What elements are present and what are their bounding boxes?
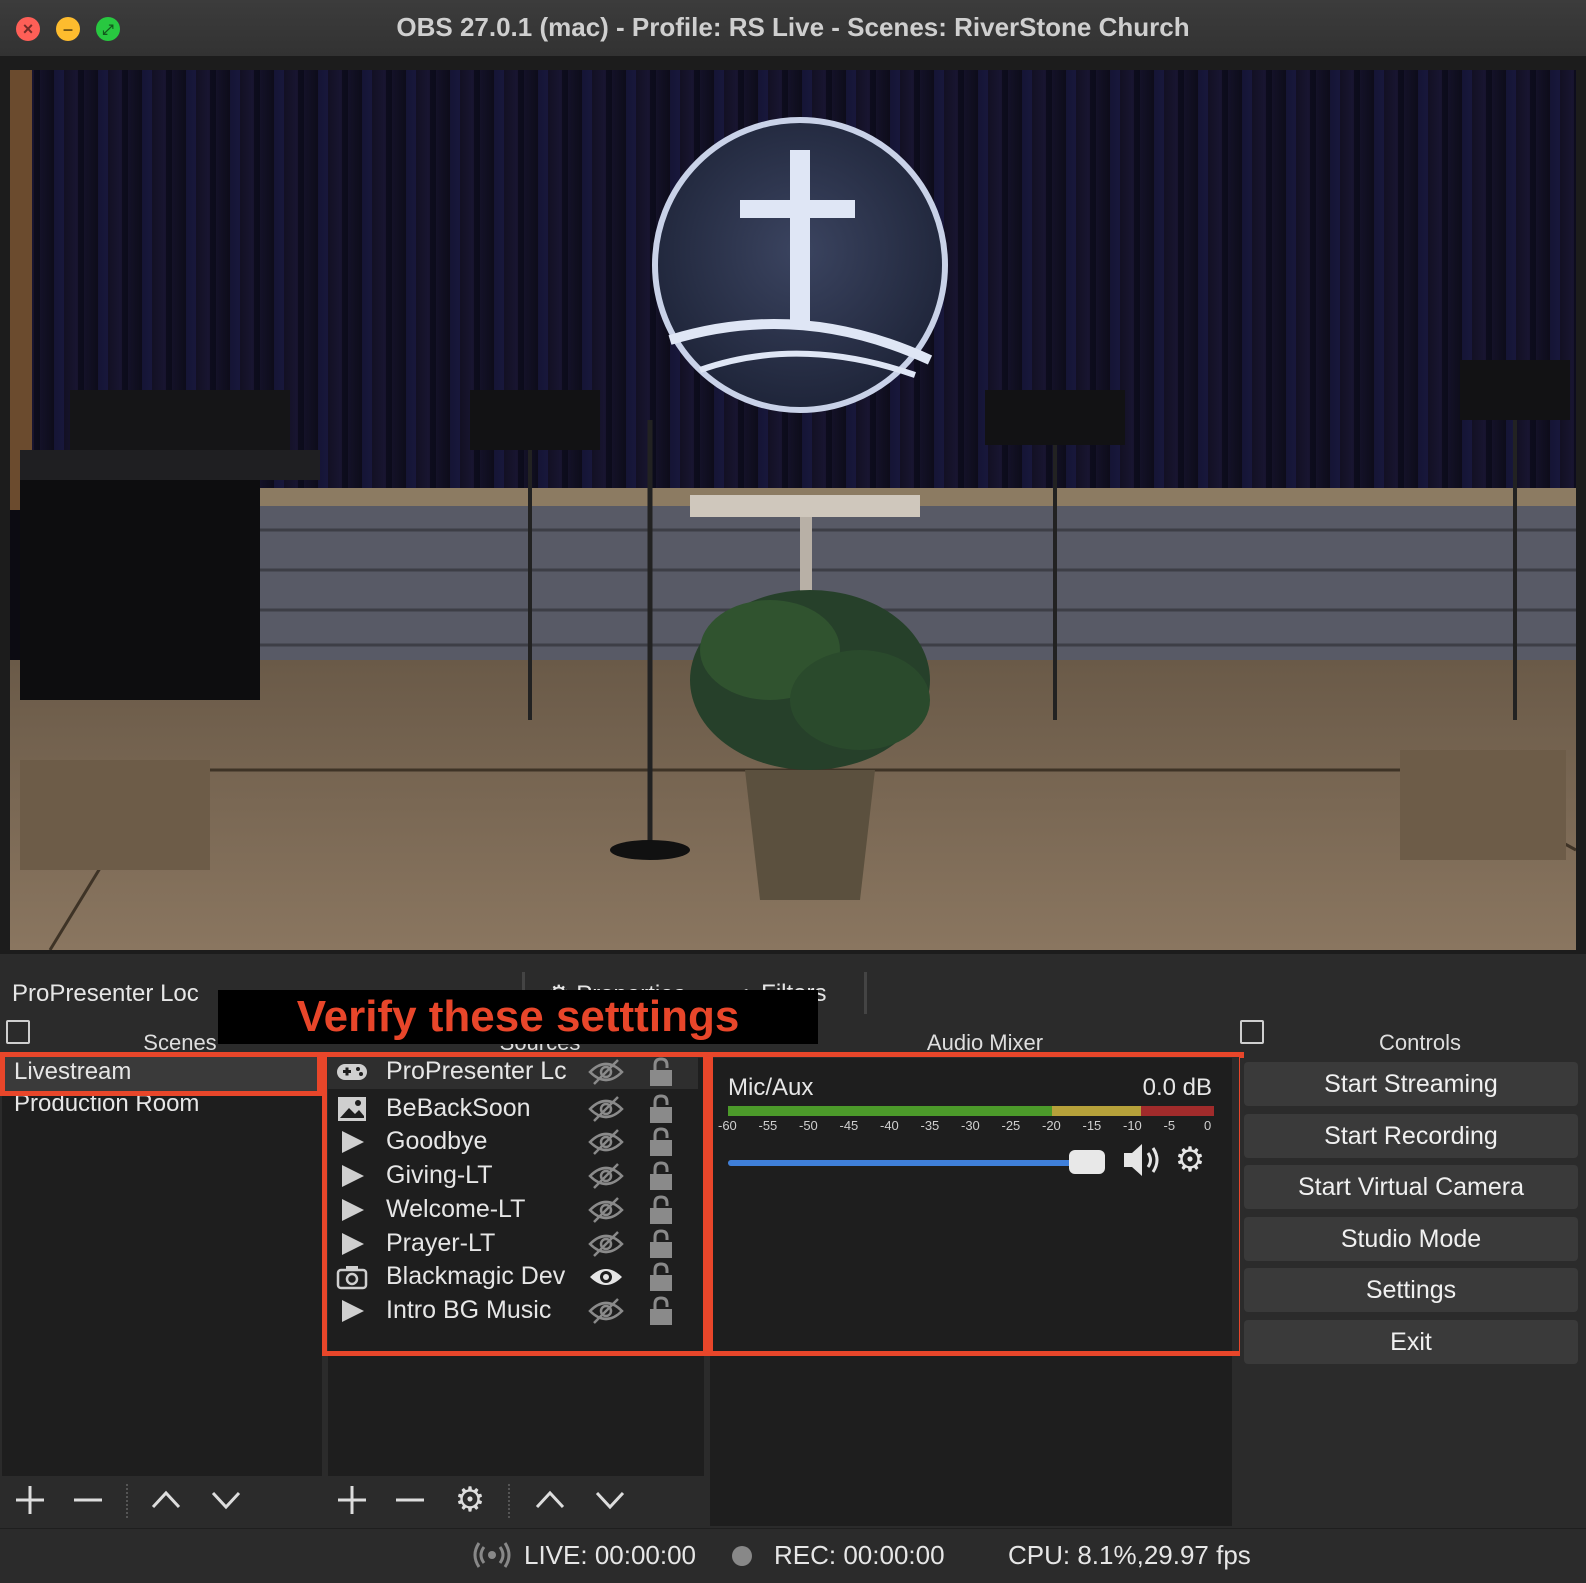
window-title: OBS 27.0.1 (mac) - Profile: RS Live - Sc… — [396, 12, 1190, 42]
rec-timer: REC: 00:00:00 — [774, 1540, 945, 1570]
settings-button[interactable]: Settings — [1244, 1268, 1578, 1312]
controls-dock-title: Controls — [1379, 1030, 1461, 1055]
exit-button[interactable]: Exit — [1244, 1319, 1578, 1364]
move-source-up-button[interactable] — [532, 1482, 568, 1518]
cpu-fps-readout: CPU: 8.1%,29.97 fps — [1008, 1540, 1251, 1570]
annotation-banner: Verify these setttings — [218, 990, 818, 1044]
record-indicator-icon — [732, 1546, 752, 1566]
annotation-box-sources — [322, 1052, 708, 1356]
start-streaming-button[interactable]: Start Streaming — [1244, 1062, 1578, 1106]
context-divider — [864, 972, 867, 1014]
sources-toolbar: ⚙ — [328, 1476, 708, 1526]
undock-icon[interactable] — [1240, 1020, 1264, 1044]
move-scene-up-button[interactable] — [148, 1482, 184, 1518]
toolbar-divider — [126, 1484, 130, 1518]
toolbar-divider — [508, 1484, 512, 1518]
studio-mode-button[interactable]: Studio Mode — [1244, 1216, 1578, 1261]
annotation-box-scenes — [0, 1052, 322, 1096]
scenes-toolbar — [2, 1476, 322, 1526]
start-virtual-camera-button[interactable]: Start Virtual Camera — [1244, 1165, 1578, 1209]
remove-source-button[interactable] — [392, 1482, 428, 1518]
remove-scene-button[interactable] — [70, 1482, 106, 1518]
move-scene-down-button[interactable] — [208, 1482, 244, 1518]
undock-icon[interactable] — [6, 1020, 30, 1044]
move-source-down-button[interactable] — [592, 1482, 628, 1518]
selected-source-name: ProPresenter Loc — [12, 980, 199, 1007]
start-recording-button[interactable]: Start Recording — [1244, 1113, 1578, 1158]
program-preview[interactable] — [10, 70, 1576, 950]
add-scene-button[interactable] — [12, 1482, 48, 1518]
scenes-list[interactable]: Livestream Production Room — [2, 1056, 322, 1476]
controls-dock: Start Streaming Start Recording Start Virt… — [1240, 1058, 1580, 1528]
stage-preview-image — [10, 70, 1576, 950]
live-timer: LIVE: 00:00:00 — [524, 1540, 697, 1570]
gear-icon[interactable]: ⚙ — [452, 1482, 488, 1518]
broadcast-icon — [472, 1540, 512, 1570]
add-source-button[interactable] — [334, 1482, 370, 1518]
annotation-box-mixer — [708, 1052, 1244, 1356]
